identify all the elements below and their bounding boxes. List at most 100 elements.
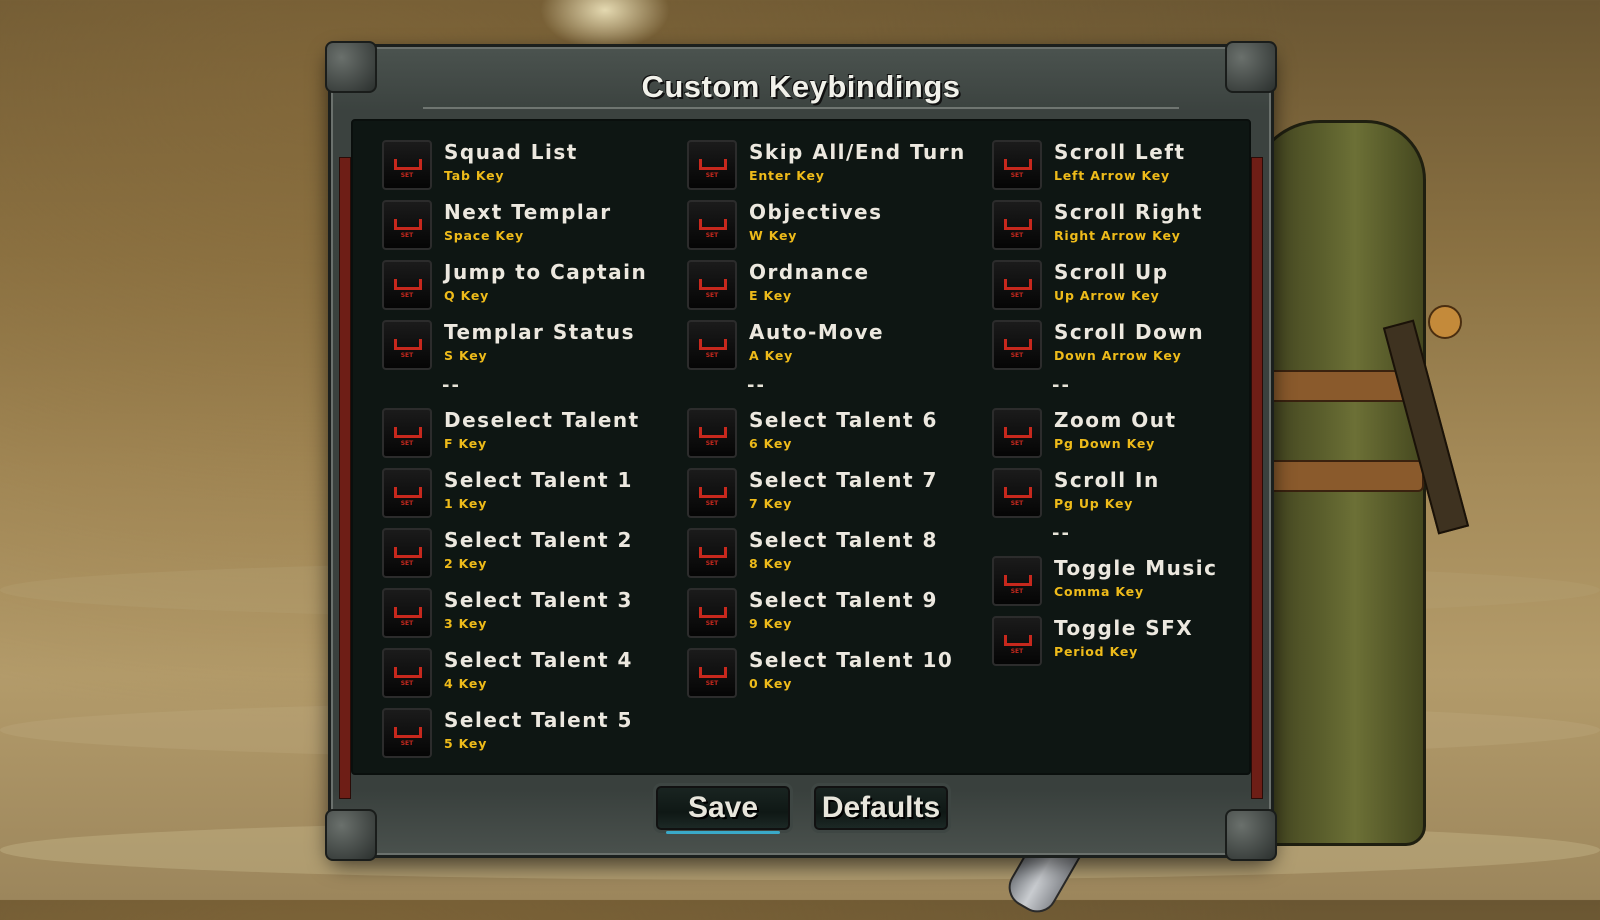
sword-pommel (1428, 305, 1462, 339)
bound-key: 6 Key (749, 436, 793, 451)
binding-row: SET Select Talent 1 1 Key (377, 463, 667, 523)
set-key-button[interactable]: SET (382, 708, 432, 758)
set-key-button[interactable]: SET (687, 320, 737, 370)
action-name: Scroll Right (1054, 200, 1203, 224)
bound-key: Q Key (444, 288, 490, 303)
set-key-button[interactable]: SET (687, 468, 737, 518)
bound-key: W Key (749, 228, 798, 243)
set-key-button[interactable]: SET (992, 408, 1042, 458)
keyboard-key-icon (699, 427, 727, 438)
binding-row: SET Select Talent 3 3 Key (377, 583, 667, 643)
set-key-button[interactable]: SET (382, 200, 432, 250)
set-key-button[interactable]: SET (687, 528, 737, 578)
action-name: Select Talent 5 (444, 708, 633, 732)
bound-key: 1 Key (444, 496, 488, 511)
set-key-button[interactable]: SET (382, 528, 432, 578)
bindings-column-3: SET Scroll Left Left Arrow Key SET Scrol… (987, 135, 1277, 671)
bindings-column-2: SET Skip All/End Turn Enter Key SET Obje… (682, 135, 972, 703)
set-key-button[interactable]: SET (382, 408, 432, 458)
set-key-button[interactable]: SET (992, 200, 1042, 250)
keyboard-key-icon (699, 279, 727, 290)
keyboard-key-icon (699, 339, 727, 350)
set-key-button[interactable]: SET (687, 140, 737, 190)
set-key-button[interactable]: SET (687, 200, 737, 250)
binding-row: SET Select Talent 10 0 Key (682, 643, 972, 703)
keyboard-key-icon (699, 159, 727, 170)
keyboard-key-icon (1004, 575, 1032, 586)
keyboard-key-icon (699, 667, 727, 678)
bound-key: 8 Key (749, 556, 793, 571)
keyboard-key-icon (1004, 635, 1032, 646)
set-key-button[interactable]: SET (687, 408, 737, 458)
group-separator: -- (442, 375, 461, 396)
bound-key: 0 Key (749, 676, 793, 691)
keyboard-key-icon (394, 607, 422, 618)
action-name: Squad List (444, 140, 578, 164)
set-key-button[interactable]: SET (687, 260, 737, 310)
set-key-button[interactable]: SET (992, 556, 1042, 606)
set-key-button[interactable]: SET (382, 260, 432, 310)
keyboard-key-icon (394, 487, 422, 498)
bound-key: 3 Key (444, 616, 488, 631)
keyboard-key-icon (1004, 339, 1032, 350)
binding-row: SET Templar Status S Key (377, 315, 667, 375)
corner-rivet-icon (1225, 809, 1277, 861)
binding-row: SET Objectives W Key (682, 195, 972, 255)
keyboard-key-icon (394, 427, 422, 438)
save-button[interactable]: Save (653, 783, 793, 834)
binding-row: SET Select Talent 8 8 Key (682, 523, 972, 583)
bound-key: Up Arrow Key (1054, 288, 1160, 303)
set-key-button[interactable]: SET (382, 588, 432, 638)
bindings-column-1: SET Squad List Tab Key SET Next Templar … (377, 135, 667, 763)
action-name: Select Talent 10 (749, 648, 954, 672)
binding-row: SET Scroll In Pg Up Key (987, 463, 1277, 523)
set-key-button[interactable]: SET (382, 468, 432, 518)
bound-key: Right Arrow Key (1054, 228, 1181, 243)
binding-row: SET Ordnance E Key (682, 255, 972, 315)
set-key-button[interactable]: SET (382, 140, 432, 190)
action-name: Toggle SFX (1054, 616, 1194, 640)
keyboard-key-icon (394, 727, 422, 738)
bound-key: Down Arrow Key (1054, 348, 1182, 363)
keybindings-dialog: Custom Keybindings SET Squad List Tab Ke… (325, 41, 1277, 861)
action-name: Select Talent 4 (444, 648, 633, 672)
set-key-button[interactable]: SET (992, 616, 1042, 666)
action-name: Select Talent 8 (749, 528, 938, 552)
set-key-button[interactable]: SET (992, 320, 1042, 370)
bound-key: 2 Key (444, 556, 488, 571)
background-sun (540, 0, 670, 50)
keyboard-key-icon (699, 547, 727, 558)
binding-row: SET Select Talent 4 4 Key (377, 643, 667, 703)
dialog-title: Custom Keybindings (641, 69, 961, 104)
binding-row: SET Select Talent 5 5 Key (377, 703, 667, 763)
action-name: Auto-Move (749, 320, 885, 344)
bound-key: 7 Key (749, 496, 793, 511)
keyboard-key-icon (1004, 427, 1032, 438)
binding-row: SET Select Talent 9 9 Key (682, 583, 972, 643)
set-key-button[interactable]: SET (992, 140, 1042, 190)
defaults-button[interactable]: Defaults (811, 783, 951, 833)
bound-key: Pg Up Key (1054, 496, 1134, 511)
keyboard-key-icon (1004, 159, 1032, 170)
binding-row: SET Zoom Out Pg Down Key (987, 403, 1277, 463)
set-key-button[interactable]: SET (992, 468, 1042, 518)
bound-key: S Key (444, 348, 488, 363)
set-key-button[interactable]: SET (382, 648, 432, 698)
action-name: Scroll Up (1054, 260, 1169, 284)
set-key-button[interactable]: SET (382, 320, 432, 370)
set-key-button[interactable]: SET (687, 588, 737, 638)
set-key-button[interactable]: SET (992, 260, 1042, 310)
binding-row: SET Squad List Tab Key (377, 135, 667, 195)
keyboard-key-icon (394, 159, 422, 170)
keyboard-key-icon (699, 487, 727, 498)
bound-key: Pg Down Key (1054, 436, 1156, 451)
bound-key: Space Key (444, 228, 524, 243)
binding-row: SET Select Talent 6 6 Key (682, 403, 972, 463)
bound-key: E Key (749, 288, 792, 303)
bound-key: F Key (444, 436, 487, 451)
set-key-button[interactable]: SET (687, 648, 737, 698)
bound-key: Period Key (1054, 644, 1139, 659)
action-name: Select Talent 2 (444, 528, 633, 552)
bound-key: 9 Key (749, 616, 793, 631)
action-name: Jump to Captain (444, 260, 648, 284)
